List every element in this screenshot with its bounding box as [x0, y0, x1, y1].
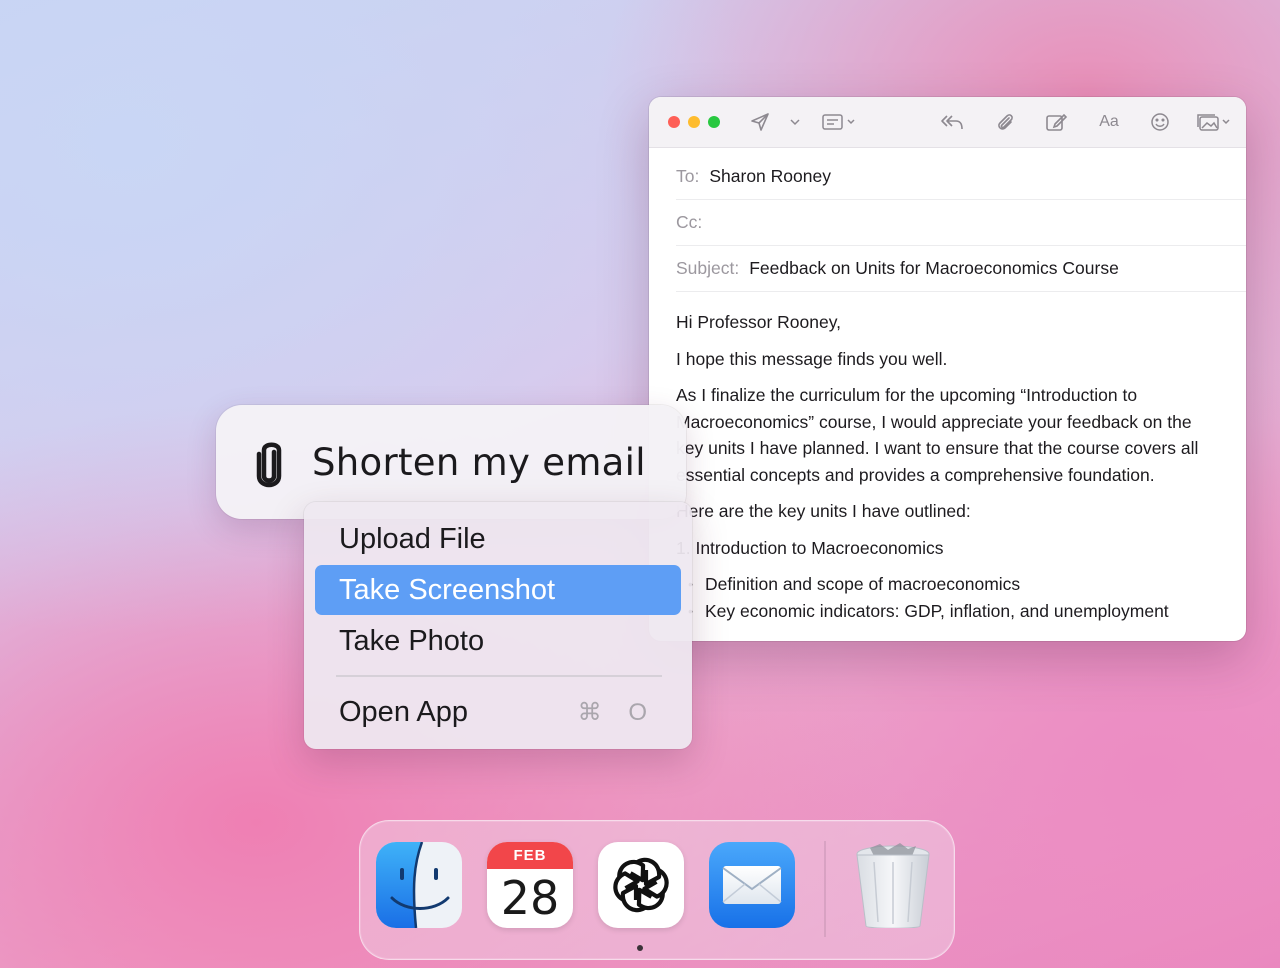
subject-field[interactable]: Feedback on Units for Macroeconomics Cou… — [749, 258, 1119, 279]
chatgpt-icon[interactable] — [598, 842, 684, 928]
body-paragraph: Here are the key units I have outlined: — [676, 501, 971, 521]
unit-bullet-list: Definition and scope of macroeconomics K… — [676, 571, 1221, 624]
send-icon[interactable] — [747, 109, 773, 135]
attachment-menu: Upload File Take Screenshot Take Photo O… — [304, 502, 692, 749]
trash-icon[interactable] — [850, 842, 936, 928]
subject-label: Subject: — [676, 257, 740, 278]
emoji-icon[interactable] — [1147, 109, 1173, 135]
running-indicator — [637, 945, 643, 951]
body-paragraph: I hope this message finds you well. — [676, 348, 948, 369]
menu-item-upload-file[interactable]: Upload File — [315, 514, 681, 564]
prompt-text[interactable]: Shorten my email — [312, 441, 646, 484]
menu-item-label: Take Photo — [339, 624, 485, 657]
photo-browser-icon[interactable] — [1194, 109, 1234, 135]
menu-item-take-photo[interactable]: Take Photo — [315, 616, 681, 666]
mail-toolbar: Aa — [649, 97, 1246, 148]
mail-icon[interactable] — [709, 842, 795, 928]
menu-item-take-screenshot[interactable]: Take Screenshot — [315, 565, 681, 615]
reply-all-icon[interactable] — [938, 109, 966, 135]
to-field-row[interactable]: To: Sharon Rooney — [676, 153, 1246, 200]
to-recipient[interactable]: Sharon Rooney — [709, 166, 831, 187]
paperclip-icon[interactable] — [250, 440, 288, 495]
message-body[interactable]: Hi Professor Rooney, I hope this message… — [676, 309, 1221, 624]
markup-icon[interactable] — [1042, 109, 1070, 135]
calendar-icon[interactable]: FEB 28 — [487, 842, 573, 928]
subject-field-row[interactable]: Subject: Feedback on Units for Macroecon… — [676, 245, 1246, 292]
unit-title: 1. Introduction to Macroeconomics — [676, 537, 944, 558]
calendar-day: 28 — [500, 871, 560, 925]
to-label: To: — [676, 165, 700, 186]
close-window-button[interactable] — [668, 116, 680, 128]
cc-field-row[interactable]: Cc: — [676, 199, 1246, 246]
chevron-down-icon[interactable] — [787, 109, 803, 135]
menu-item-label: Take Screenshot — [339, 573, 556, 606]
list-item: Definition and scope of macroeconomics — [688, 571, 1221, 598]
menu-item-label: Upload File — [339, 522, 486, 555]
dock: FEB 28 — [359, 820, 955, 960]
mail-compose-window: Aa To: Sharon Rooney Cc: Subject: Feedba… — [649, 97, 1246, 641]
dock-divider — [824, 841, 826, 937]
attachment-icon[interactable] — [992, 109, 1018, 135]
zoom-window-button[interactable] — [708, 116, 720, 128]
body-paragraph: As I finalize the curriculum for the upc… — [676, 385, 1199, 485]
header-fields-icon[interactable] — [819, 109, 859, 135]
greeting: Hi Professor Rooney, — [676, 312, 842, 332]
keyboard-shortcut: ⌘ O — [577, 698, 657, 726]
finder-icon[interactable] — [376, 842, 462, 928]
calendar-month: FEB — [487, 842, 573, 869]
menu-item-label: Open App — [339, 695, 468, 728]
list-item: Key economic indicators: GDP, inflation,… — [688, 598, 1221, 625]
font-button[interactable]: Aa — [1095, 109, 1123, 135]
minimize-window-button[interactable] — [688, 116, 700, 128]
menu-item-open-app[interactable]: Open App ⌘ O — [315, 687, 681, 737]
cc-label: Cc: — [676, 211, 703, 232]
menu-separator — [336, 675, 662, 677]
